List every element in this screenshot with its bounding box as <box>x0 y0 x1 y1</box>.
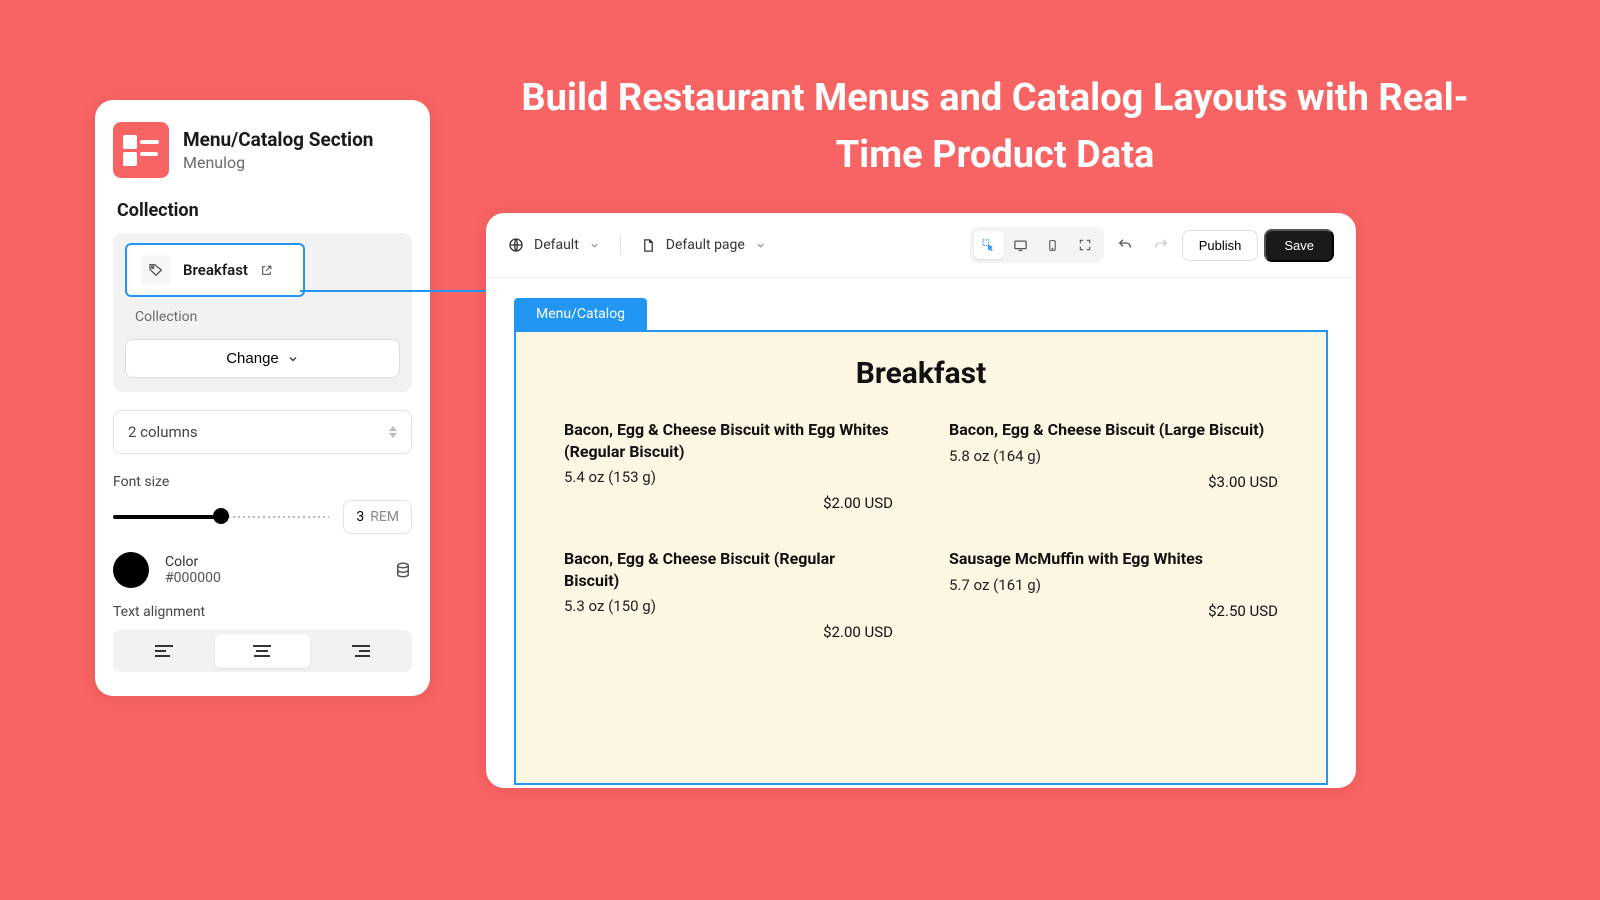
menu-grid: Bacon, Egg & Cheese Biscuit with Egg Whi… <box>564 419 1278 641</box>
theme-selector[interactable]: Default <box>508 237 600 253</box>
font-size-input[interactable]: 3 REM <box>343 500 412 534</box>
font-size-slider[interactable] <box>113 514 329 520</box>
publish-button[interactable]: Publish <box>1182 230 1259 261</box>
database-icon[interactable] <box>394 561 412 579</box>
color-row[interactable]: Color #000000 <box>113 552 412 588</box>
item-price: $2.50 USD <box>949 602 1278 620</box>
panel-title: Menu/Catalog Section <box>183 128 373 151</box>
item-size: 5.8 oz (164 g) <box>949 447 1278 465</box>
globe-icon <box>508 237 524 253</box>
font-size-unit: REM <box>370 509 399 525</box>
color-value: #000000 <box>165 570 221 586</box>
align-right-button[interactable] <box>314 634 408 668</box>
collection-section-label: Collection <box>117 200 412 221</box>
device-inspector-button[interactable] <box>974 231 1004 259</box>
chevron-down-icon <box>755 240 766 251</box>
columns-label: 2 columns <box>128 423 198 441</box>
separator <box>620 235 621 255</box>
redo-button[interactable] <box>1146 231 1176 259</box>
item-size: 5.7 oz (161 g) <box>949 576 1278 594</box>
item-size: 5.4 oz (153 g) <box>564 468 893 486</box>
theme-label: Default <box>534 237 579 253</box>
section-icon <box>113 122 169 178</box>
item-name: Sausage McMuffin with Egg Whites <box>949 548 1278 570</box>
alignment-segment <box>113 630 412 672</box>
chevron-down-icon <box>287 353 299 365</box>
align-left-button[interactable] <box>117 634 211 668</box>
menu-item: Bacon, Egg & Cheese Biscuit with Egg Whi… <box>564 419 893 512</box>
undo-button[interactable] <box>1110 231 1140 259</box>
columns-stepper[interactable]: 2 columns <box>113 410 412 454</box>
item-price: $2.00 USD <box>564 494 893 512</box>
panel-subtitle: Menulog <box>183 153 373 172</box>
item-name: Bacon, Egg & Cheese Biscuit (Large Biscu… <box>949 419 1278 441</box>
stepper-arrows[interactable] <box>389 426 397 438</box>
color-swatch[interactable] <box>113 552 149 588</box>
connector-line <box>300 290 516 292</box>
panel-header: Menu/Catalog Section Menulog <box>113 122 412 178</box>
menu-item: Bacon, Egg & Cheese Biscuit (Large Biscu… <box>949 419 1278 512</box>
item-name: Bacon, Egg & Cheese Biscuit (Regular Bis… <box>564 548 893 591</box>
menu-canvas[interactable]: Breakfast Bacon, Egg & Cheese Biscuit wi… <box>514 330 1328 785</box>
page-label: Default page <box>666 237 745 253</box>
color-label: Color <box>165 554 221 570</box>
text-align-label: Text alignment <box>113 604 412 620</box>
external-link-icon <box>260 264 273 277</box>
item-size: 5.3 oz (150 g) <box>564 597 893 615</box>
collection-chip-label: Breakfast <box>183 261 248 279</box>
item-price: $3.00 USD <box>949 473 1278 491</box>
device-fullscreen-button[interactable] <box>1070 231 1100 259</box>
change-button-label: Change <box>226 350 279 367</box>
device-mobile-button[interactable] <box>1038 231 1068 259</box>
item-price: $2.00 USD <box>564 623 893 641</box>
settings-panel: Menu/Catalog Section Menulog Collection … <box>95 100 430 696</box>
align-center-button[interactable] <box>215 634 309 668</box>
page-icon <box>641 238 656 253</box>
tag-icon <box>141 255 171 285</box>
section-tab[interactable]: Menu/Catalog <box>514 298 647 330</box>
page-selector[interactable]: Default page <box>641 237 766 253</box>
collection-chip[interactable]: Breakfast <box>125 243 305 297</box>
menu-item: Bacon, Egg & Cheese Biscuit (Regular Bis… <box>564 548 893 641</box>
font-size-label: Font size <box>113 474 412 490</box>
menu-title: Breakfast <box>564 356 1278 391</box>
marketing-headline: Build Restaurant Menus and Catalog Layou… <box>490 70 1500 184</box>
preview-toolbar: Default Default page <box>486 213 1356 278</box>
save-button[interactable]: Save <box>1264 229 1334 262</box>
collection-sublabel: Collection <box>125 309 400 325</box>
font-size-value: 3 <box>356 509 364 525</box>
preview-panel: Default Default page <box>486 213 1356 788</box>
menu-item: Sausage McMuffin with Egg Whites 5.7 oz … <box>949 548 1278 641</box>
item-name: Bacon, Egg & Cheese Biscuit with Egg Whi… <box>564 419 893 462</box>
device-desktop-button[interactable] <box>1006 231 1036 259</box>
collection-block: Breakfast Collection Change <box>113 233 412 392</box>
device-switcher <box>970 227 1104 263</box>
chevron-down-icon <box>589 240 600 251</box>
change-button[interactable]: Change <box>125 339 400 378</box>
